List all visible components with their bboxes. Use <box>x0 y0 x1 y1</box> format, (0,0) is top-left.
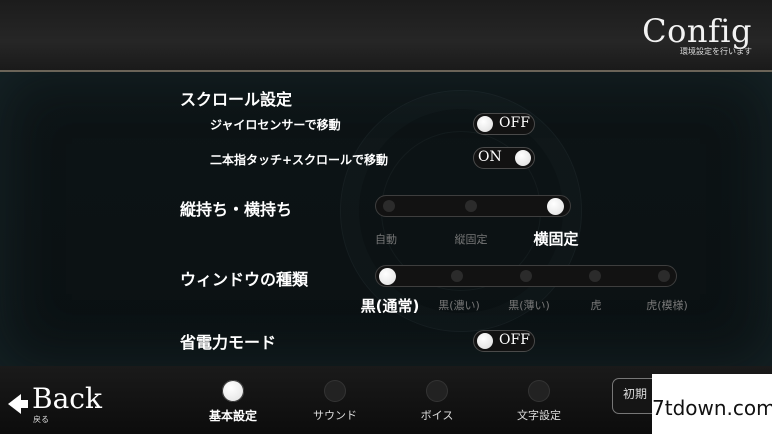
two-finger-label: 二本指タッチ+スクロールで移動 <box>210 153 389 167</box>
orientation-slider[interactable] <box>375 195 571 217</box>
toggle-state: ON <box>478 149 502 165</box>
window-option-tiger[interactable]: 虎 <box>578 297 614 313</box>
window-option-black[interactable]: 黒(通常) <box>354 295 426 316</box>
page-title: Config <box>642 12 752 50</box>
window-type-stop-light[interactable] <box>520 270 532 282</box>
window-type-slider[interactable] <box>375 265 677 287</box>
toggle-state: OFF <box>499 115 530 131</box>
orientation-option-auto[interactable]: 自動 <box>358 231 414 247</box>
window-type-stop-tiger[interactable] <box>589 270 601 282</box>
tab-basic-settings[interactable]: 基本設定 <box>188 380 278 424</box>
back-label: Back <box>32 382 102 415</box>
tab-indicator <box>528 380 550 402</box>
orientation-option-portrait[interactable]: 縦固定 <box>443 231 499 247</box>
config-title: Config 環境設定を行います <box>642 14 752 57</box>
tab-indicator <box>426 380 448 402</box>
tab-label: 基本設定 <box>208 409 257 423</box>
watermark: 7tdown.com <box>652 374 772 434</box>
window-type-knob-black[interactable] <box>379 268 396 285</box>
orientation-stop-auto[interactable] <box>383 200 395 212</box>
tab-label: サウンド <box>313 409 357 422</box>
orientation-knob-landscape[interactable] <box>547 198 564 215</box>
window-option-tiger-pattern[interactable]: 虎(模様) <box>636 297 698 313</box>
orientation-stop-portrait[interactable] <box>465 200 477 212</box>
window-type-stop-dark[interactable] <box>451 270 463 282</box>
orientation-option-landscape[interactable]: 横固定 <box>522 228 590 249</box>
toggle-knob <box>515 150 531 166</box>
tab-indicator <box>222 380 244 402</box>
toggle-knob <box>477 333 493 349</box>
scroll-settings-title: スクロール設定 <box>180 90 293 109</box>
tab-text-settings[interactable]: 文字設定 <box>494 380 584 423</box>
window-type-stop-tiger-pattern[interactable] <box>658 270 670 282</box>
power-save-toggle[interactable]: OFF <box>473 330 535 352</box>
watermark-text: 7tdown.com <box>652 396 772 420</box>
toggle-state: OFF <box>499 332 530 348</box>
tab-sound[interactable]: サウンド <box>290 380 380 423</box>
window-type-title: ウィンドウの種類 <box>180 270 309 289</box>
power-save-title: 省電力モード <box>180 333 277 352</box>
tab-voice[interactable]: ボイス <box>392 380 482 423</box>
tab-indicator <box>324 380 346 402</box>
gyro-toggle[interactable]: OFF <box>473 113 535 135</box>
back-arrow-icon <box>8 394 28 414</box>
window-option-light[interactable]: 黒(薄い) <box>499 297 559 313</box>
tab-label: ボイス <box>420 409 454 422</box>
tab-label: 文字設定 <box>517 409 561 422</box>
two-finger-toggle[interactable]: ON <box>473 147 535 169</box>
toggle-knob <box>477 116 493 132</box>
orientation-title: 縦持ち・横持ち <box>180 200 293 219</box>
window-option-dark[interactable]: 黒(濃い) <box>429 297 489 313</box>
gyro-label: ジャイロセンサーで移動 <box>210 118 341 132</box>
back-sublabel: 戻る <box>33 415 49 424</box>
